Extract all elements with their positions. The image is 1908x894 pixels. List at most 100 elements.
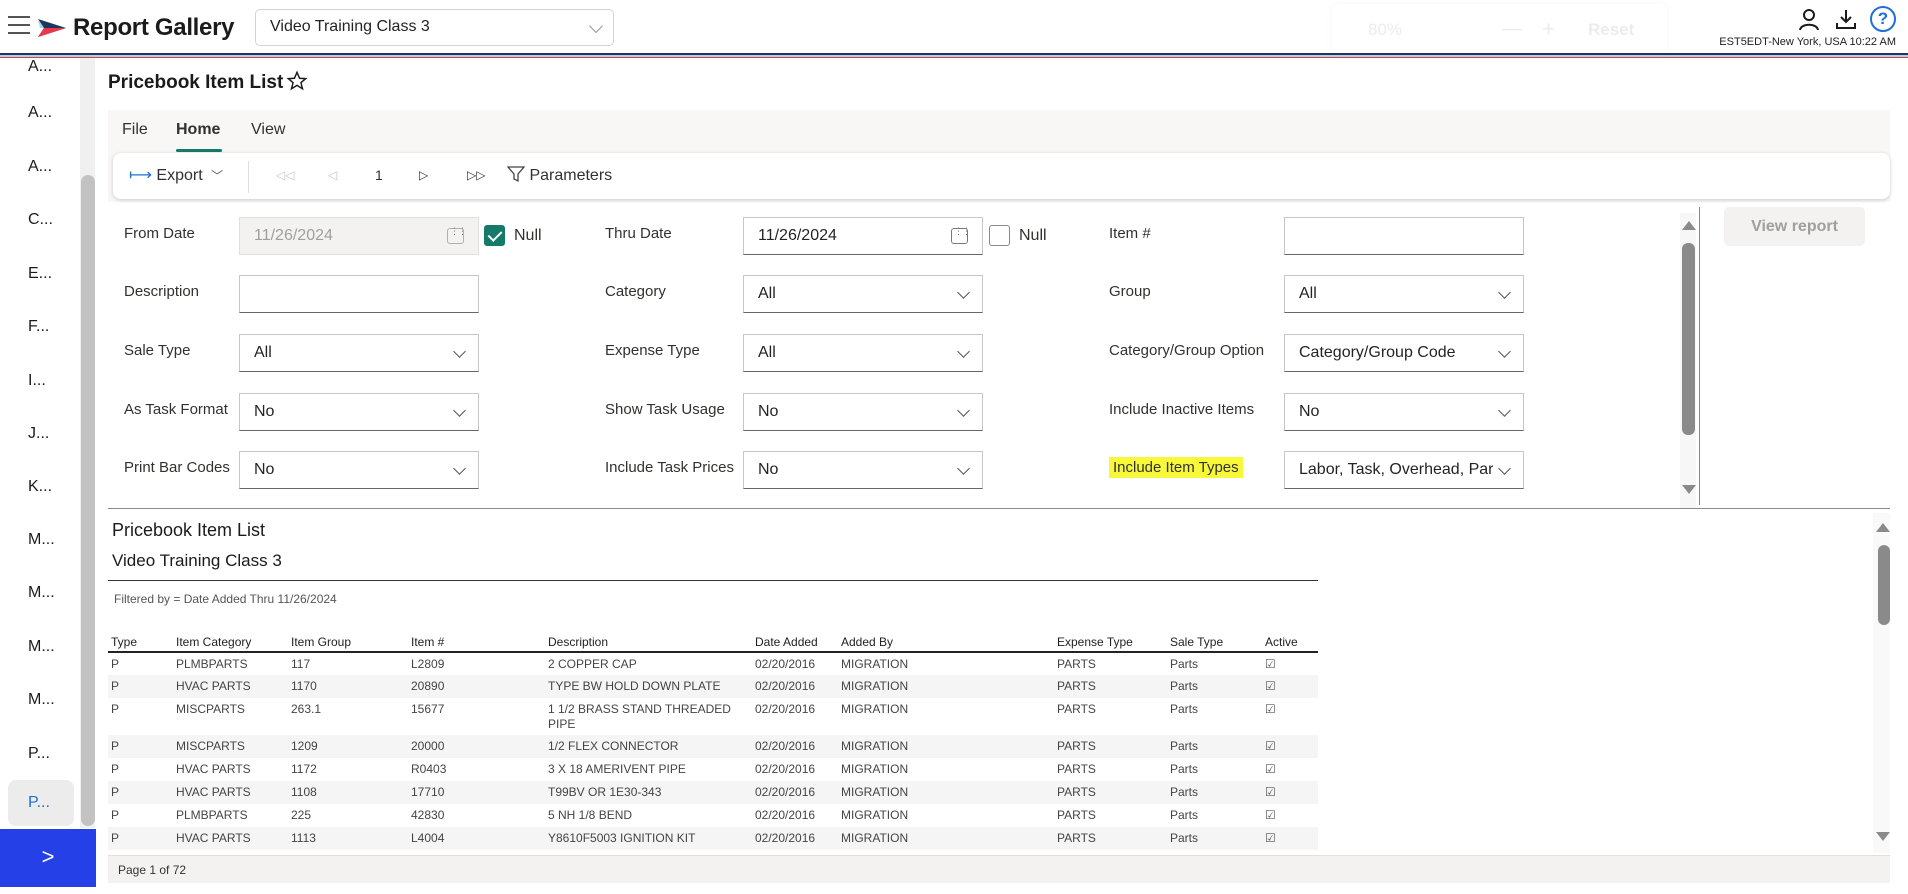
- report-filter-text: Filtered by = Date Added Thru 11/26/2024: [114, 592, 337, 606]
- chevron-down-icon: [1498, 404, 1511, 417]
- item-group-cell: 1209: [288, 735, 408, 758]
- sidebar-item[interactable]: A...: [8, 144, 74, 190]
- scroll-up-arrow-icon[interactable]: [1876, 523, 1890, 532]
- from-date-input[interactable]: 11/26/2024: [239, 217, 479, 255]
- hamburger-menu-icon[interactable]: [8, 16, 30, 36]
- active-tab-indicator: [176, 149, 222, 152]
- sidebar-item[interactable]: K...: [8, 464, 74, 510]
- last-page-button[interactable]: ▷▷: [467, 168, 485, 182]
- page-status: Page 1 of 72: [118, 863, 187, 877]
- company-select[interactable]: Video Training Class 3: [255, 9, 614, 46]
- zoom-percent: 80%: [1368, 20, 1403, 39]
- scroll-down-arrow-icon[interactable]: [1876, 832, 1890, 841]
- expense-type-label: Expense Type: [605, 342, 700, 359]
- report-subtitle: Video Training Class 3: [112, 551, 282, 570]
- zoom-in-button[interactable]: +: [1542, 16, 1555, 42]
- chevron-down-icon: [1498, 345, 1511, 358]
- table-row: P HVAC PARTS 1108 17710 T99BV OR 1E30-343 02/…: [108, 781, 1318, 804]
- sidebar-item-label: P...: [28, 794, 50, 811]
- expense-type-cell: PARTS: [1054, 675, 1167, 698]
- export-arrow-icon: ⟼: [129, 167, 152, 184]
- thru-date-null-label: Null: [1019, 227, 1047, 244]
- column-header: Item Group: [288, 632, 408, 653]
- sidebar-item[interactable]: I...: [8, 358, 74, 404]
- chevron-down-icon: [1498, 462, 1511, 475]
- thru-date-null-checkbox[interactable]: [989, 225, 1010, 246]
- category-group-option-value: Category/Group Code: [1299, 344, 1456, 361]
- include-inactive-items-select[interactable]: No: [1284, 393, 1524, 431]
- table-row: P HVAC PARTS 1172 R0403 3 X 18 AMERIVENT PIP…: [108, 758, 1318, 781]
- tab-view[interactable]: View: [251, 121, 285, 139]
- parameters-divider: [1699, 207, 1700, 505]
- description-label: Description: [124, 283, 200, 300]
- sidebar-item[interactable]: P...: [8, 731, 74, 777]
- sidebar-item-label: A...: [28, 104, 53, 121]
- as-task-format-select[interactable]: No: [239, 393, 479, 431]
- page-number-input[interactable]: 1: [375, 167, 383, 183]
- category-group-option-select[interactable]: Category/Group Code: [1284, 334, 1524, 372]
- sidebar-item-label: E...: [28, 265, 53, 282]
- show-task-usage-select[interactable]: No: [743, 393, 983, 431]
- tab-home[interactable]: Home: [176, 121, 220, 139]
- parameters-bottom-divider: [108, 508, 1890, 509]
- sale-type-select[interactable]: All: [239, 334, 479, 372]
- expense-type-select[interactable]: All: [743, 334, 983, 372]
- include-task-prices-select[interactable]: No: [743, 451, 983, 489]
- sidebar-item[interactable]: E...: [8, 251, 74, 297]
- sale-type-cell: Parts: [1167, 781, 1262, 804]
- print-bar-codes-select[interactable]: No: [239, 451, 479, 489]
- sidebar-item-active[interactable]: P...: [8, 780, 74, 826]
- sidebar-item-label: J...: [28, 425, 50, 442]
- thru-date-input[interactable]: 11/26/2024: [743, 217, 983, 255]
- sidebar-item[interactable]: A...: [8, 44, 74, 90]
- item-number-input[interactable]: [1284, 217, 1524, 255]
- export-button[interactable]: ⟼ Export ﹀: [129, 165, 223, 185]
- active-checkbox-icon: ☑: [1262, 675, 1318, 698]
- sidebar-scrollbar-thumb[interactable]: [81, 175, 95, 826]
- sale-type-value: All: [254, 344, 272, 361]
- zoom-reset-button[interactable]: Reset: [1588, 20, 1634, 40]
- user-icon[interactable]: [1797, 7, 1821, 31]
- sidebar-item[interactable]: M...: [8, 517, 74, 563]
- chevron-down-icon: [588, 18, 604, 34]
- parameters-scrollbar-thumb[interactable]: [1682, 243, 1695, 435]
- report-scrollbar-thumb[interactable]: [1878, 545, 1890, 625]
- include-item-types-select[interactable]: Labor, Task, Overhead, Parts: [1284, 451, 1524, 489]
- sidebar-item[interactable]: M...: [8, 624, 74, 670]
- sidebar-item[interactable]: C...: [8, 197, 74, 243]
- report-table: Type Item Category Item Group Item # Des…: [108, 632, 1318, 850]
- sidebar-item[interactable]: A...: [8, 90, 74, 136]
- first-page-button[interactable]: ◁◁: [276, 168, 294, 182]
- from-date-null-checkbox[interactable]: [484, 225, 505, 246]
- favorite-star-icon[interactable]: [286, 70, 308, 92]
- previous-page-button[interactable]: ◁: [328, 168, 337, 182]
- sidebar-item-label: F...: [28, 318, 50, 335]
- header-stripe-red: [0, 57, 1908, 58]
- scroll-down-arrow-icon[interactable]: [1682, 485, 1696, 494]
- sidebar-item-label: M...: [28, 531, 55, 548]
- sidebar-item[interactable]: M...: [8, 677, 74, 723]
- next-page-button[interactable]: ▷: [419, 168, 428, 182]
- parameters-button[interactable]: Parameters: [506, 165, 612, 185]
- zoom-out-button[interactable]: —: [1502, 18, 1522, 41]
- category-select[interactable]: All: [743, 275, 983, 313]
- sidebar-item[interactable]: F...: [8, 304, 74, 350]
- tab-file[interactable]: File: [122, 121, 148, 139]
- thru-date-value: 11/26/2024: [758, 227, 837, 244]
- description-cell: 1/2 FLEX CONNECTOR: [545, 735, 752, 758]
- sidebar-item[interactable]: M...: [8, 570, 74, 616]
- view-report-button[interactable]: View report: [1724, 207, 1865, 246]
- item-number-cell: L4004: [408, 827, 545, 850]
- sidebar-expand-button[interactable]: >: [0, 829, 96, 887]
- download-icon[interactable]: [1834, 7, 1858, 31]
- chevron-down-icon: [1498, 286, 1511, 299]
- sidebar-item[interactable]: J...: [8, 411, 74, 457]
- help-icon[interactable]: ?: [1870, 6, 1896, 32]
- scroll-up-arrow-icon[interactable]: [1682, 221, 1696, 230]
- sale-type-cell: Parts: [1170, 808, 1199, 822]
- group-select[interactable]: All: [1284, 275, 1524, 313]
- category-value: All: [758, 285, 776, 302]
- item-category-cell: HVAC PARTS: [173, 675, 288, 698]
- description-input[interactable]: [239, 275, 479, 313]
- chevron-down-icon: [957, 462, 970, 475]
